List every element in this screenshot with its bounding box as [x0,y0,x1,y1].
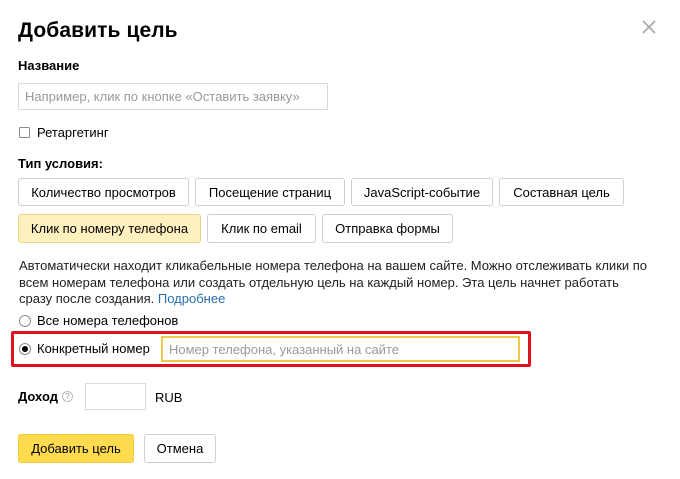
specific-number-radio[interactable] [19,343,31,355]
close-icon[interactable] [638,16,660,38]
type-phone-click-button[interactable]: Клик по номеру телефона [18,214,201,243]
type-form-submit-button[interactable]: Отправка формы [322,214,453,243]
all-numbers-radio[interactable] [19,315,31,327]
add-goal-button[interactable]: Добавить цель [18,434,134,463]
currency-label: RUB [155,390,183,405]
goal-name-input[interactable] [18,83,328,110]
type-email-click-button[interactable]: Клик по email [207,214,316,243]
description-text: Автоматически находит кликабельные номер… [19,258,648,306]
dialog-title: Добавить цель [18,19,178,42]
type-javascript-event-button[interactable]: JavaScript-событие [351,178,493,206]
retargeting-checkbox[interactable] [19,127,30,138]
specific-number-label: Конкретный номер [37,341,150,356]
cancel-button[interactable]: Отмена [144,434,216,463]
revenue-label: Доход [18,389,58,404]
name-label: Название [18,58,80,73]
phone-click-description: Автоматически находит кликабельные номер… [19,258,649,308]
condition-type-label: Тип условия: [18,156,103,171]
phone-number-input[interactable] [161,336,520,362]
learn-more-link[interactable]: Подробнее [158,291,225,306]
type-composite-goal-button[interactable]: Составная цель [499,178,624,206]
help-icon[interactable]: ? [62,391,73,402]
revenue-input[interactable] [85,383,146,410]
type-page-visits-button[interactable]: Посещение страниц [195,178,345,206]
retargeting-label: Ретаргетинг [37,125,109,140]
type-pageviews-button[interactable]: Количество просмотров [18,178,189,206]
all-numbers-label: Все номера телефонов [37,313,179,328]
